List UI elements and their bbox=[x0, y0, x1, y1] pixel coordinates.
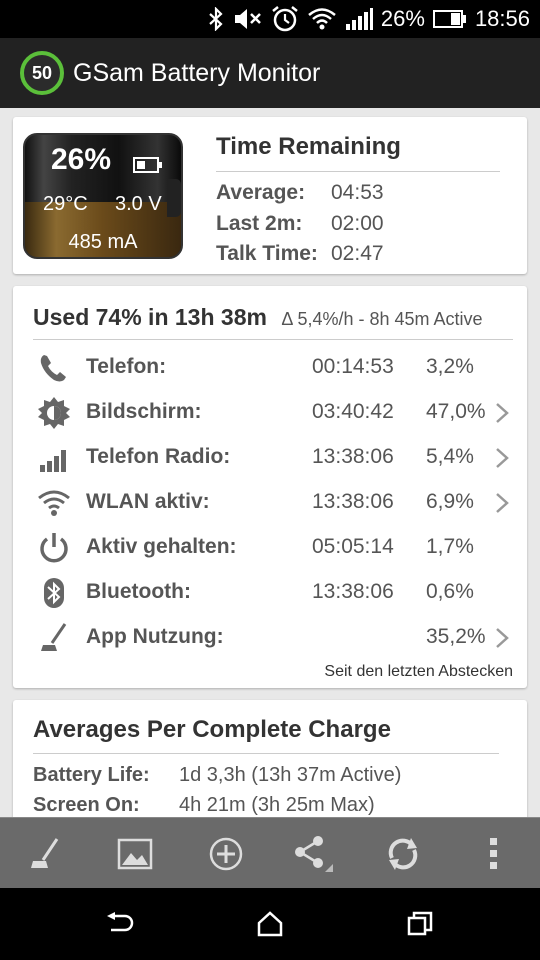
app-title: GSam Battery Monitor bbox=[73, 59, 321, 87]
usage-row-percent: 0,6% bbox=[426, 580, 474, 603]
battery-graphic: 26% 29°C 3.0 V 485 mA bbox=[23, 133, 193, 259]
averages-row-label: Screen On: bbox=[33, 794, 140, 816]
app-logo[interactable]: 50 bbox=[20, 51, 64, 95]
usage-row-label: App Nutzung: bbox=[86, 625, 224, 648]
brightness-icon bbox=[37, 396, 71, 430]
signal-icon bbox=[345, 7, 373, 31]
usage-row-percent: 6,9% bbox=[426, 490, 474, 513]
averages-title: Averages Per Complete Charge bbox=[33, 716, 391, 743]
app-logo-number: 50 bbox=[31, 62, 53, 83]
usage-heading: Used 74% in 13h 38m Δ 5,4%/h - 8h 45m Ac… bbox=[33, 304, 483, 331]
usage-row-label: Aktiv gehalten: bbox=[86, 535, 237, 558]
averages-card: Averages Per Complete Charge Battery Lif… bbox=[13, 700, 527, 830]
power-icon bbox=[37, 531, 71, 565]
averages-row-screen-on: Screen On: 4h 21m (3h 25m Max) bbox=[33, 794, 375, 817]
add-circle-icon[interactable] bbox=[196, 818, 256, 889]
usage-row-label: Telefon: bbox=[86, 355, 167, 378]
status-battery-percent: 26% bbox=[380, 6, 425, 31]
recents-icon[interactable] bbox=[380, 888, 460, 960]
time-remaining-title: Time Remaining bbox=[216, 133, 401, 160]
signal-bars-icon bbox=[37, 441, 71, 475]
battery-current: 485 mA bbox=[68, 231, 138, 253]
time-row-label: Last 2m: bbox=[216, 212, 303, 235]
battery-card[interactable]: 26% 29°C 3.0 V 485 mA Time Remaining Ave… bbox=[13, 117, 527, 274]
share-icon[interactable] bbox=[283, 818, 343, 889]
back-icon[interactable] bbox=[80, 888, 160, 960]
mini-battery-icon bbox=[133, 156, 165, 179]
usage-row-time: 13:38:06 bbox=[312, 490, 394, 513]
image-icon[interactable] bbox=[105, 818, 165, 889]
broom-icon bbox=[37, 621, 71, 655]
usage-row-label: Telefon Radio: bbox=[86, 445, 231, 468]
usage-heading-main: Used 74% in 13h 38m bbox=[33, 304, 267, 330]
divider bbox=[33, 339, 513, 340]
chevron-right-icon[interactable] bbox=[495, 492, 509, 514]
time-row-value: 02:47 bbox=[331, 242, 384, 265]
battery-temperature: 29°C bbox=[43, 193, 88, 215]
home-icon[interactable] bbox=[230, 888, 310, 960]
usage-heading-sub: Δ 5,4%/h - 8h 45m Active bbox=[281, 309, 483, 329]
overflow-menu-icon[interactable] bbox=[464, 818, 524, 889]
battery-cap bbox=[167, 179, 181, 217]
usage-row-percent: 3,2% bbox=[426, 355, 474, 378]
broom-icon[interactable] bbox=[15, 818, 75, 889]
battery-icon bbox=[432, 9, 467, 29]
usage-row-percent: 47,0% bbox=[426, 400, 486, 423]
chevron-right-icon[interactable] bbox=[495, 447, 509, 469]
phone-icon bbox=[37, 351, 71, 385]
usage-row-time: 13:38:06 bbox=[312, 580, 394, 603]
status-bar: 26% 18:56 bbox=[0, 0, 540, 38]
divider bbox=[33, 753, 499, 754]
averages-row-label: Battery Life: bbox=[33, 764, 150, 786]
battery-percent: 26% bbox=[51, 143, 112, 176]
averages-row-value: 4h 21m (3h 25m Max) bbox=[179, 794, 375, 816]
usage-row-aktiv-gehalten[interactable]: Aktiv gehalten: 05:05:14 1,7% bbox=[13, 525, 527, 570]
time-row-label: Talk Time: bbox=[216, 242, 318, 265]
wifi-icon bbox=[37, 486, 71, 520]
usage-row-bildschirm[interactable]: Bildschirm: 03:40:42 47,0% bbox=[13, 390, 527, 435]
wifi-icon bbox=[307, 6, 337, 32]
time-row-value: 04:53 bbox=[331, 181, 384, 204]
usage-row-telefon-radio[interactable]: Telefon Radio: 13:38:06 5,4% bbox=[13, 435, 527, 480]
usage-row-time: 00:14:53 bbox=[312, 355, 394, 378]
alarm-icon bbox=[271, 5, 299, 33]
averages-row-value: 1d 3,3h (13h 37m Active) bbox=[179, 764, 402, 786]
mute-icon bbox=[233, 7, 263, 31]
refresh-icon[interactable] bbox=[373, 818, 433, 889]
app-bar: 50 GSam Battery Monitor bbox=[0, 38, 540, 108]
chevron-right-icon[interactable] bbox=[495, 402, 509, 424]
usage-row-bluetooth[interactable]: Bluetooth: 13:38:06 0,6% bbox=[13, 570, 527, 615]
bluetooth-icon bbox=[207, 7, 225, 31]
chevron-right-icon[interactable] bbox=[495, 627, 509, 649]
usage-footer: Seit den letzten Abstecken bbox=[324, 663, 513, 680]
usage-row-telefon[interactable]: Telefon: 00:14:53 3,2% bbox=[13, 345, 527, 390]
usage-row-app-nutzung[interactable]: App Nutzung: 35,2% bbox=[13, 615, 527, 660]
navigation-bar bbox=[0, 888, 540, 960]
battery-voltage: 3.0 V bbox=[115, 193, 162, 215]
usage-row-label: Bluetooth: bbox=[86, 580, 191, 603]
bottom-toolbar bbox=[0, 817, 540, 888]
time-row-label: Average: bbox=[216, 181, 306, 204]
usage-row-percent: 5,4% bbox=[426, 445, 474, 468]
usage-row-time: 13:38:06 bbox=[312, 445, 394, 468]
averages-row-battery-life: Battery Life: 1d 3,3h (13h 37m Active) bbox=[33, 764, 401, 787]
usage-row-wlan[interactable]: WLAN aktiv: 13:38:06 6,9% bbox=[13, 480, 527, 525]
usage-row-time: 03:40:42 bbox=[312, 400, 394, 423]
divider bbox=[216, 171, 500, 172]
usage-row-label: Bildschirm: bbox=[86, 400, 202, 423]
usage-row-percent: 1,7% bbox=[426, 535, 474, 558]
time-row-value: 02:00 bbox=[331, 212, 384, 235]
usage-row-label: WLAN aktiv: bbox=[86, 490, 210, 513]
status-time: 18:56 bbox=[474, 6, 530, 31]
bluetooth-icon bbox=[37, 576, 71, 610]
usage-row-percent: 35,2% bbox=[426, 625, 486, 648]
usage-card: Used 74% in 13h 38m Δ 5,4%/h - 8h 45m Ac… bbox=[13, 286, 527, 688]
usage-row-time: 05:05:14 bbox=[312, 535, 394, 558]
